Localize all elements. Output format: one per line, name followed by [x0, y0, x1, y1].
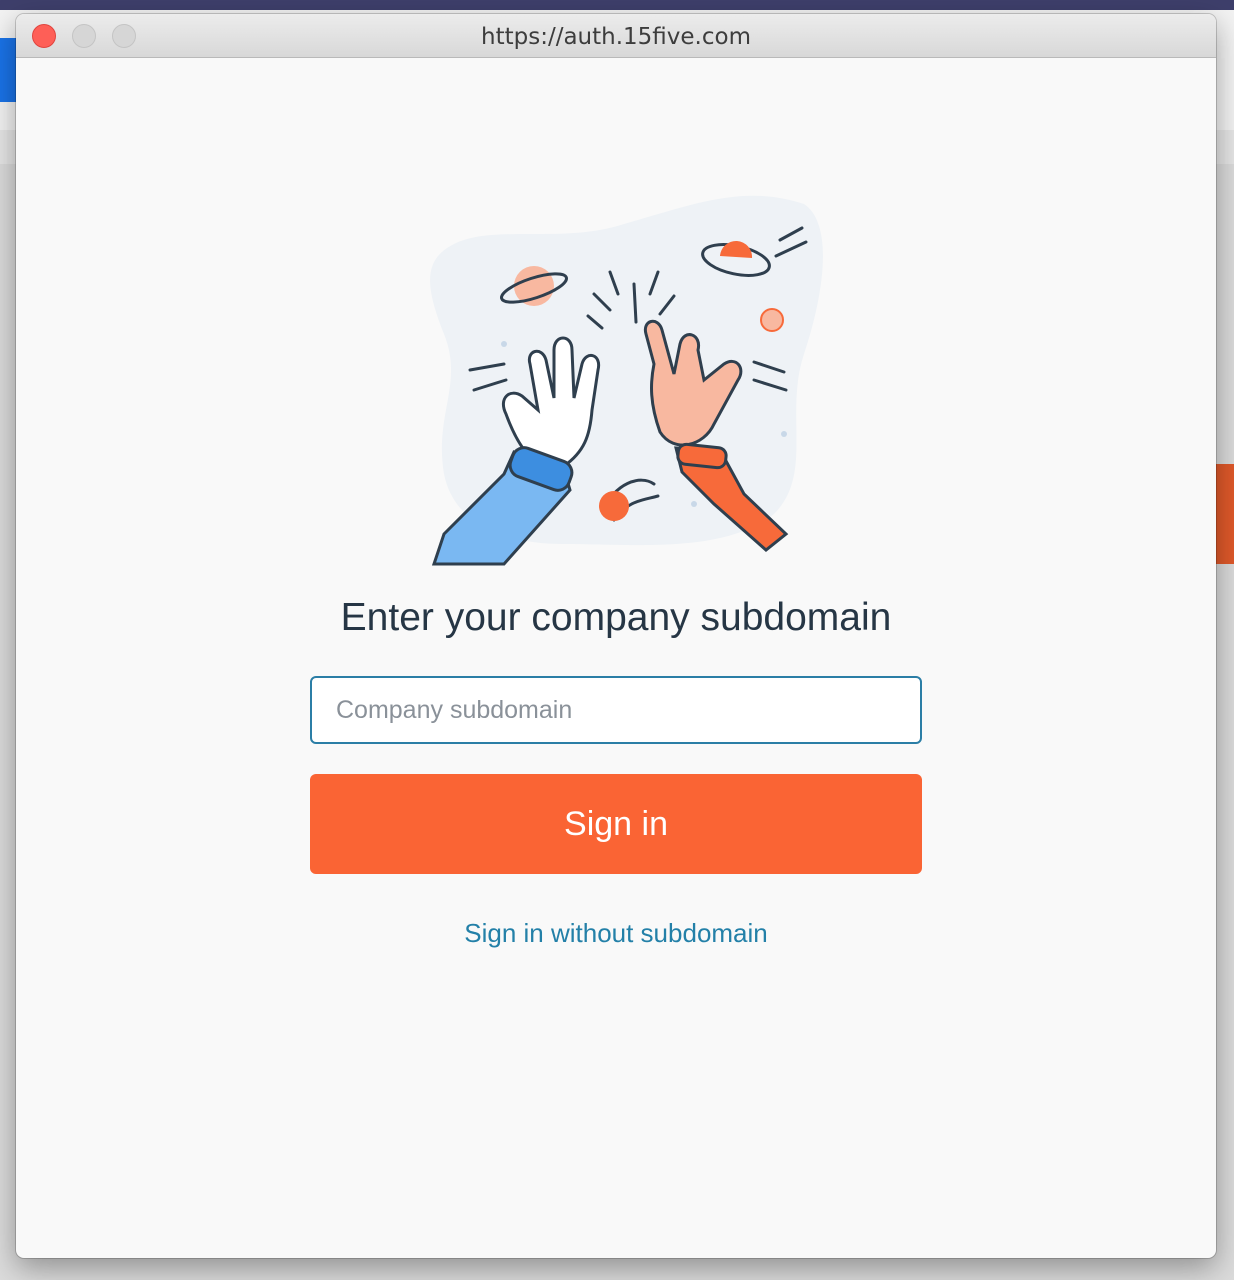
- page-heading: Enter your company subdomain: [340, 596, 892, 639]
- window-title-url: https://auth.15five.com: [481, 24, 751, 50]
- sign-in-without-subdomain-link[interactable]: Sign in without subdomain: [16, 918, 1216, 949]
- window-titlebar[interactable]: https://auth.15five.com: [16, 14, 1216, 58]
- high-five-illustration: [430, 195, 823, 566]
- company-subdomain-input[interactable]: [310, 676, 922, 744]
- auth-popup-window: https://auth.15five.com Enter your compa…: [16, 14, 1216, 1258]
- background-orange-button: [1216, 464, 1234, 564]
- background-top-bar: [0, 0, 1234, 10]
- sign-in-button[interactable]: Sign in: [310, 774, 922, 874]
